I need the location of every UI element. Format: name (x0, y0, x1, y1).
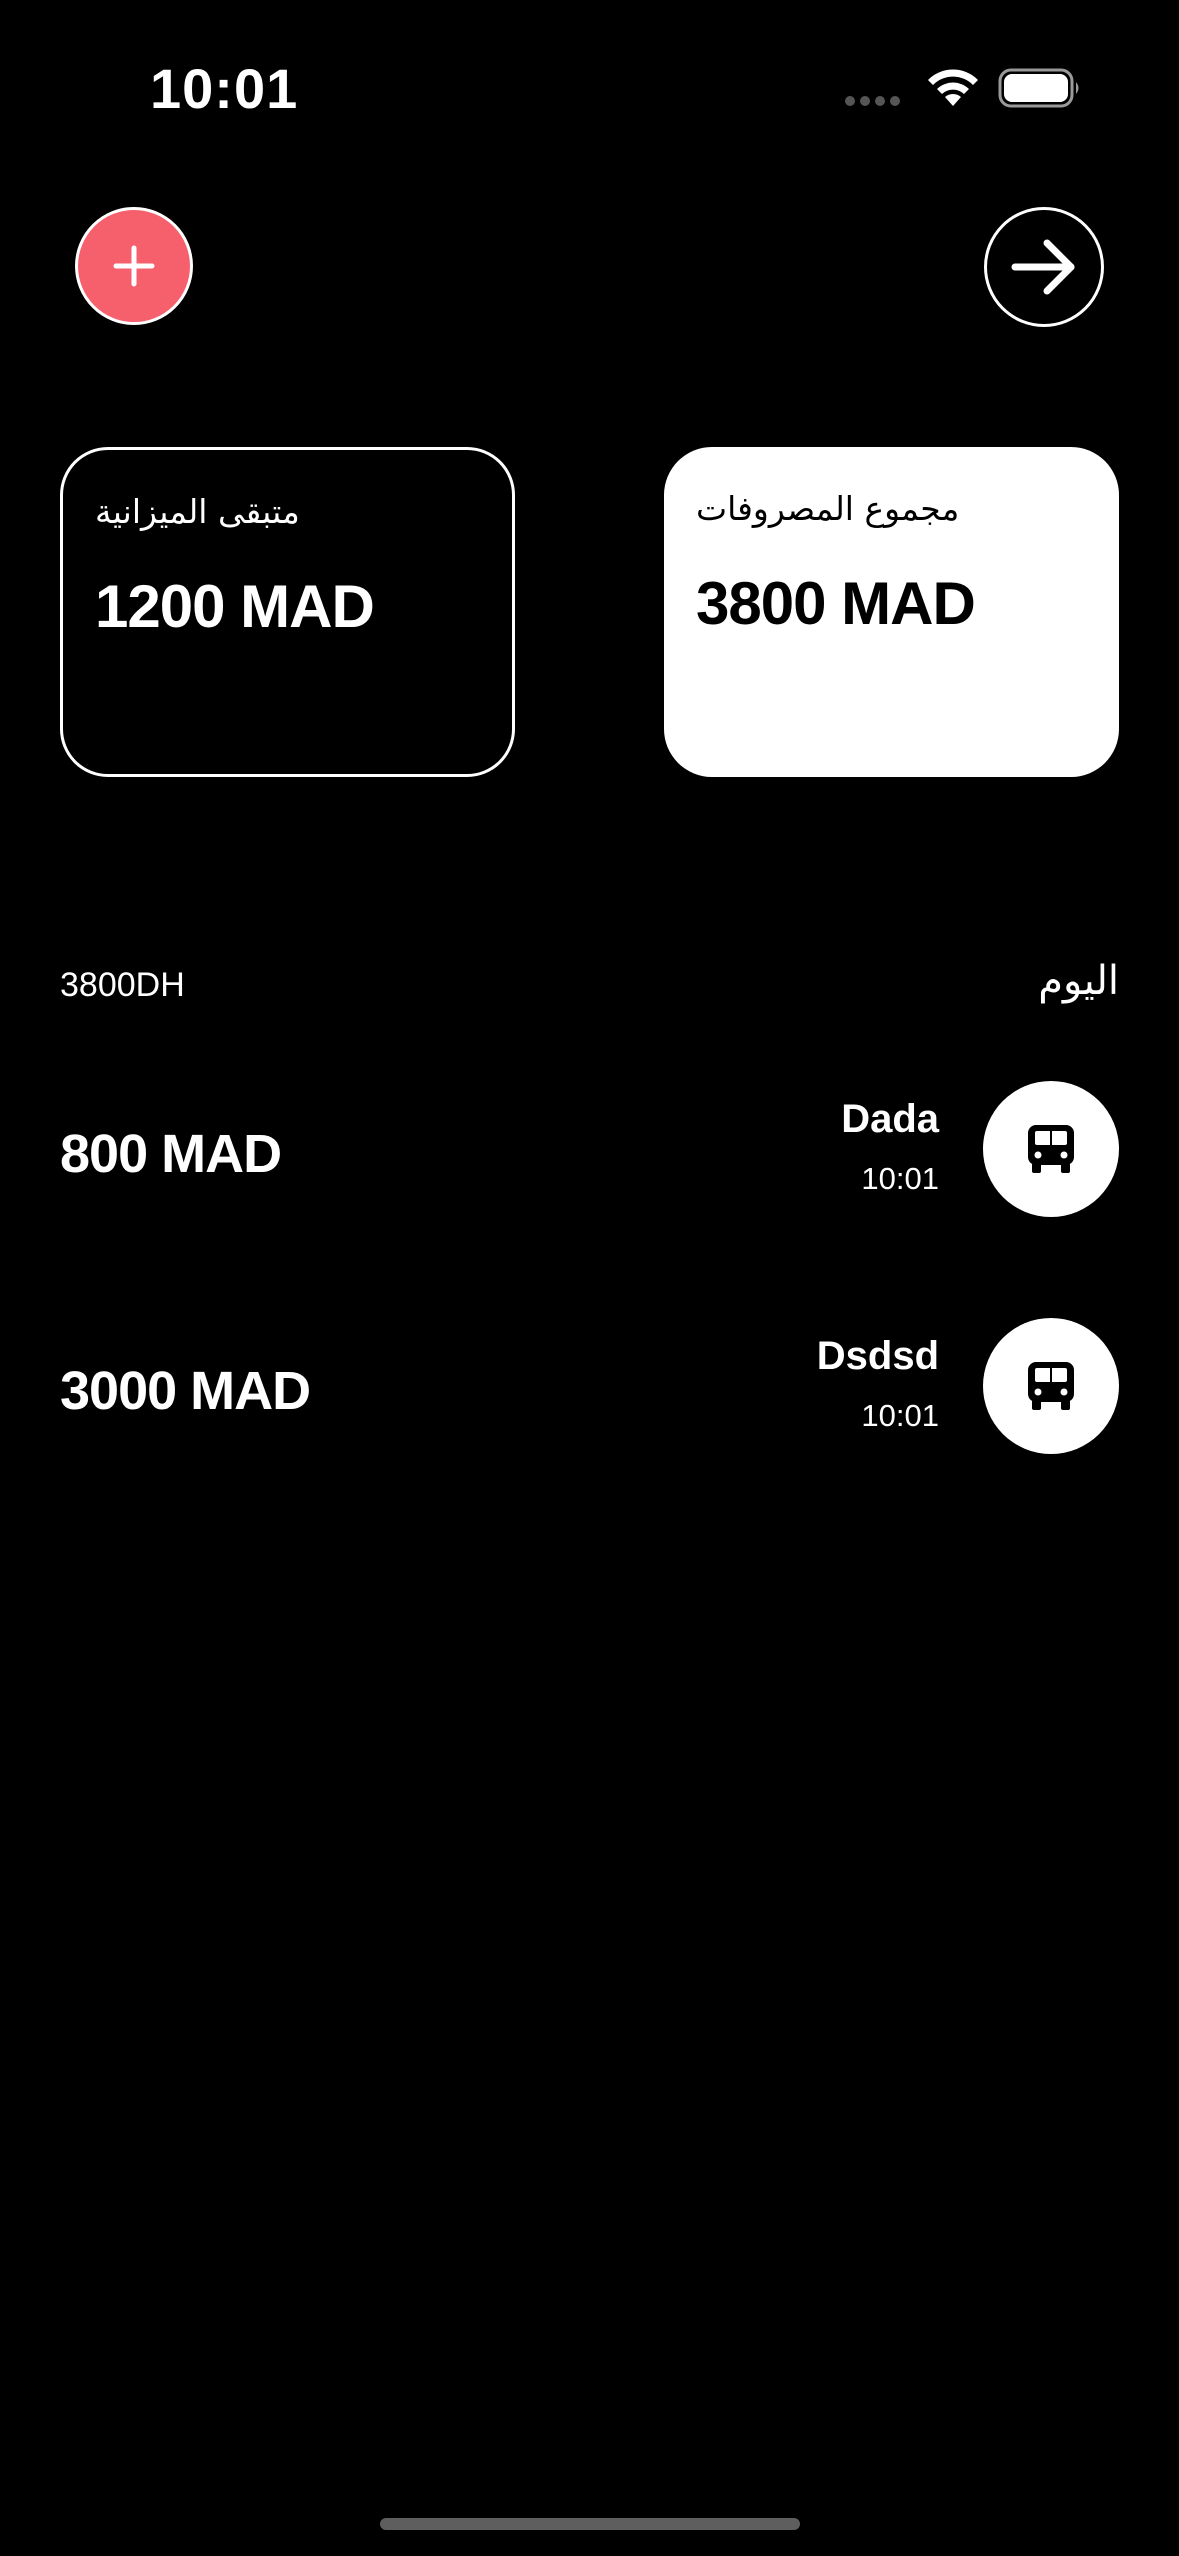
remaining-budget-amount: 1200 MAD (95, 572, 375, 640)
total-expenses-card: مجموع المصروفات 3800 MAD (664, 447, 1119, 777)
expense-row[interactable]: 3000 MAD Dsdsd 10:01 (60, 1318, 1119, 1454)
plus-icon (113, 245, 155, 287)
arrow-right-icon (1011, 239, 1075, 295)
expense-time: 10:01 (861, 1161, 939, 1196)
bus-icon (1028, 1362, 1074, 1410)
bus-icon (1028, 1125, 1074, 1173)
day-title: اليوم (1038, 958, 1119, 1004)
remaining-budget-card: متبقى الميزانية 1200 MAD (60, 447, 515, 777)
home-indicator[interactable] (380, 2518, 800, 2530)
add-expense-button[interactable] (75, 207, 193, 325)
status-time: 10:01 (150, 57, 299, 120)
expense-category-badge (983, 1318, 1119, 1454)
expense-name: Dada (841, 1097, 939, 1141)
expense-amount: 3000 MAD (60, 1361, 311, 1421)
expense-time: 10:01 (861, 1398, 939, 1433)
total-expenses-label: مجموع المصروفات (696, 489, 960, 528)
remaining-budget-label: متبقى الميزانية (95, 492, 300, 531)
expense-category-badge (983, 1081, 1119, 1217)
expense-row[interactable]: 800 MAD Dada 10:01 (60, 1081, 1119, 1217)
expense-amount: 800 MAD (60, 1124, 282, 1184)
battery-icon (998, 68, 1079, 108)
cellular-signal-icon (845, 96, 900, 106)
total-expenses-amount: 3800 MAD (696, 569, 976, 637)
expense-name: Dsdsd (816, 1334, 939, 1378)
day-total: 3800DH (60, 966, 185, 1004)
status-bar: 10:01 (0, 0, 1179, 170)
next-button[interactable] (984, 207, 1104, 327)
wifi-icon (928, 69, 978, 106)
